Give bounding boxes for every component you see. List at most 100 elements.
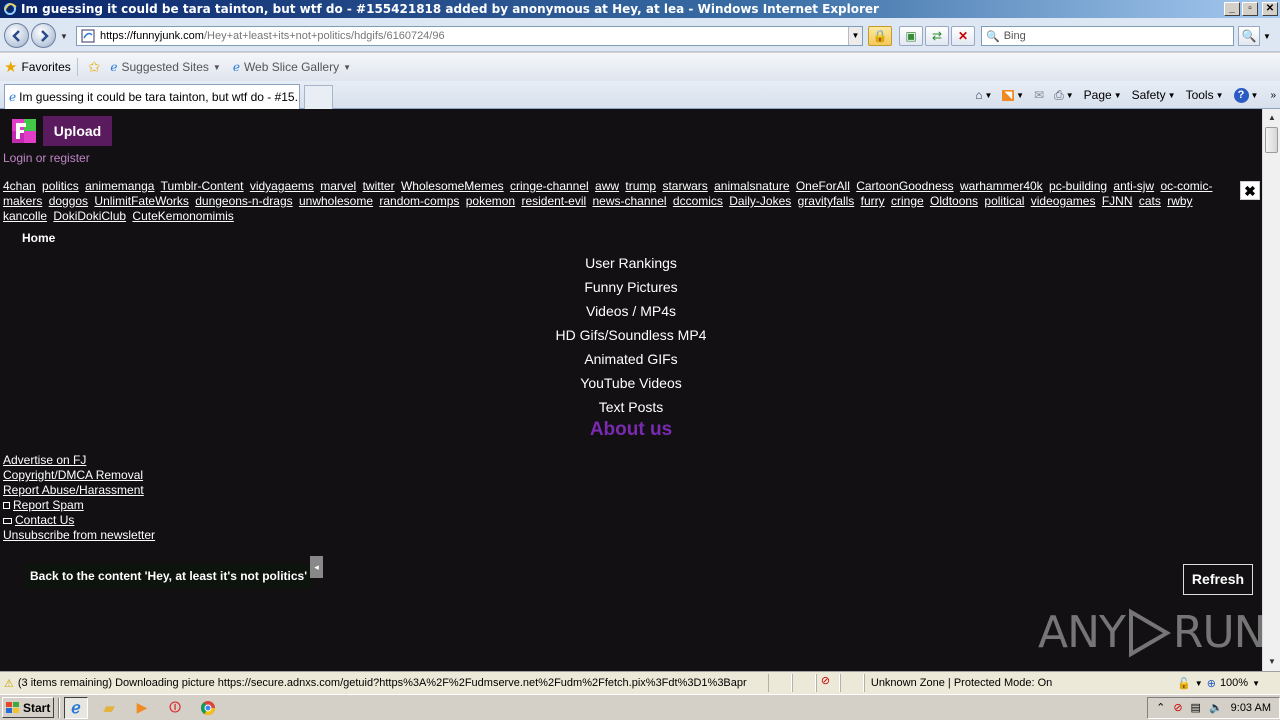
- tag-link[interactable]: political: [984, 194, 1024, 208]
- maximize-button[interactable]: ▫: [1242, 2, 1258, 16]
- tray-network-icon[interactable]: ▤: [1191, 701, 1201, 714]
- tag-link[interactable]: cringe: [891, 194, 924, 208]
- refresh-page-button[interactable]: ⇄: [925, 26, 949, 46]
- scroll-down-arrow-icon[interactable]: ▼: [1264, 654, 1280, 670]
- tag-link[interactable]: animemanga: [85, 179, 154, 193]
- nav-videos-mp4s[interactable]: Videos / MP4s: [0, 303, 1262, 327]
- tag-link[interactable]: CartoonGoodness: [856, 179, 953, 193]
- security-zone[interactable]: Unknown Zone | Protected Mode: On: [863, 674, 1058, 692]
- forward-button[interactable]: [31, 23, 56, 48]
- report-spam-link[interactable]: Report Spam: [3, 498, 155, 513]
- compatibility-view-button[interactable]: ▣: [899, 26, 923, 46]
- feeds-button[interactable]: ◥ ▼: [1002, 89, 1024, 101]
- tag-link[interactable]: resident-evil: [521, 194, 586, 208]
- home-button[interactable]: ⌂ ▼: [975, 88, 992, 102]
- safety-menu[interactable]: Safety ▼: [1132, 88, 1176, 102]
- tray-clock[interactable]: 9:03 AM: [1231, 702, 1271, 714]
- tag-link[interactable]: politics: [42, 179, 79, 193]
- tag-link[interactable]: DokiDokiClub: [53, 209, 126, 223]
- tag-link[interactable]: random-comps: [379, 194, 459, 208]
- address-bar[interactable]: https://funnyjunk.com/Hey+at+least+its+n…: [76, 26, 863, 46]
- tab-active[interactable]: ℯ Im guessing it could be tara tainton, …: [4, 84, 300, 109]
- nav-user-rankings[interactable]: User Rankings: [0, 255, 1262, 279]
- refresh-button[interactable]: Refresh: [1183, 564, 1253, 595]
- tag-link[interactable]: dungeons-n-drags: [195, 194, 292, 208]
- tag-link[interactable]: aww: [595, 179, 619, 193]
- nav-funny-pictures[interactable]: Funny Pictures: [0, 279, 1262, 303]
- tag-link[interactable]: cringe-channel: [510, 179, 589, 193]
- start-button[interactable]: Start: [2, 697, 54, 718]
- tray-volume-icon[interactable]: 🔈: [1209, 701, 1223, 714]
- taskbar-chrome-button[interactable]: [196, 697, 220, 719]
- tag-link[interactable]: FJNN: [1102, 194, 1133, 208]
- tag-link[interactable]: vidyagaems: [250, 179, 314, 193]
- tag-link[interactable]: doggos: [49, 194, 88, 208]
- advertise-link[interactable]: Advertise on FJ: [3, 453, 155, 468]
- tag-link[interactable]: kancolle: [3, 209, 47, 223]
- tag-link[interactable]: WholesomeMemes: [401, 179, 504, 193]
- taskbar-antivirus-button[interactable]: ⏼: [163, 697, 187, 719]
- tag-link[interactable]: twitter: [363, 179, 395, 193]
- taskbar-media-player-button[interactable]: ▶: [130, 697, 154, 719]
- tag-link[interactable]: dccomics: [673, 194, 723, 208]
- contact-us-link[interactable]: Contact Us: [3, 513, 155, 528]
- search-options-dropdown[interactable]: ▼: [1263, 32, 1271, 41]
- tag-link[interactable]: OneForAll: [796, 179, 850, 193]
- help-menu[interactable]: ? ▼: [1233, 87, 1258, 103]
- copyright-dmca-link[interactable]: Copyright/DMCA Removal: [3, 468, 155, 483]
- zoom-control[interactable]: 🔓 ▼ ⊕ 100% ▼: [1177, 677, 1280, 690]
- web-slice-gallery-link[interactable]: ℯ Web Slice Gallery ▼: [233, 60, 351, 74]
- tag-link[interactable]: UnlimitFateWorks: [94, 194, 188, 208]
- popup-blocker-cell[interactable]: ⊘: [815, 674, 840, 692]
- tag-link[interactable]: news-channel: [593, 194, 667, 208]
- about-us-heading[interactable]: About us: [0, 419, 1262, 441]
- stop-button[interactable]: ✕: [951, 26, 975, 46]
- scroll-up-arrow-icon[interactable]: ▲: [1264, 110, 1280, 126]
- home-link[interactable]: Home: [22, 231, 55, 245]
- nav-youtube-videos[interactable]: YouTube Videos: [0, 375, 1262, 399]
- back-to-content-button[interactable]: Back to the content 'Hey, at least it's …: [26, 564, 314, 588]
- search-input[interactable]: 🔍 Bing: [981, 26, 1234, 46]
- chevron-more-icon[interactable]: »: [1270, 90, 1276, 101]
- collapse-arrow-icon[interactable]: ◂: [310, 556, 323, 578]
- tray-security-icon[interactable]: ⊘: [1173, 701, 1182, 714]
- search-go-button[interactable]: 🔍: [1238, 26, 1260, 46]
- recent-pages-dropdown[interactable]: ▼: [60, 32, 68, 41]
- report-abuse-link[interactable]: Report Abuse/Harassment: [3, 483, 155, 498]
- suggested-sites-link[interactable]: ℯ Suggested Sites ▼: [110, 60, 220, 74]
- tag-link[interactable]: cats: [1139, 194, 1161, 208]
- taskbar-ie-button[interactable]: ℯ: [64, 696, 88, 719]
- tag-link[interactable]: Daily-Jokes: [729, 194, 791, 208]
- tag-link[interactable]: pokemon: [466, 194, 515, 208]
- login-register-link[interactable]: Login or register: [3, 151, 90, 165]
- tag-link[interactable]: pc-building: [1049, 179, 1107, 193]
- funnyjunk-logo-icon[interactable]: [12, 119, 36, 143]
- upload-button[interactable]: Upload: [43, 116, 112, 146]
- nav-animated-gifs[interactable]: Animated GIFs: [0, 351, 1262, 375]
- add-favorite-button[interactable]: ✩: [88, 58, 101, 76]
- back-button[interactable]: [4, 23, 29, 48]
- tag-link[interactable]: trump: [625, 179, 656, 193]
- security-lock-button[interactable]: 🔒: [868, 26, 892, 46]
- tag-link[interactable]: marvel: [320, 179, 356, 193]
- address-dropdown[interactable]: ▼: [848, 27, 862, 45]
- tag-link[interactable]: 4chan: [3, 179, 36, 193]
- new-tab-button[interactable]: [304, 85, 333, 109]
- nav-hd-gifs[interactable]: HD Gifs/Soundless MP4: [0, 327, 1262, 351]
- page-menu[interactable]: Page ▼: [1084, 88, 1122, 102]
- read-mail-button[interactable]: ✉: [1034, 88, 1044, 102]
- tag-link[interactable]: starwars: [662, 179, 707, 193]
- tag-link[interactable]: furry: [861, 194, 885, 208]
- scroll-thumb[interactable]: [1265, 127, 1278, 153]
- tag-link[interactable]: CuteKemonomimis: [132, 209, 233, 223]
- tag-link[interactable]: warhammer40k: [960, 179, 1043, 193]
- tag-link[interactable]: unwholesome: [299, 194, 373, 208]
- tag-link[interactable]: videogames: [1031, 194, 1096, 208]
- minimize-button[interactable]: _: [1224, 2, 1240, 16]
- tag-link[interactable]: Oldtoons: [930, 194, 978, 208]
- print-button[interactable]: ⎙ ▼: [1054, 88, 1074, 103]
- tag-link[interactable]: anti-sjw: [1113, 179, 1154, 193]
- close-window-button[interactable]: ✕: [1262, 2, 1278, 16]
- tag-link[interactable]: gravityfalls: [798, 194, 855, 208]
- vertical-scrollbar[interactable]: ▲ ▼: [1262, 109, 1280, 671]
